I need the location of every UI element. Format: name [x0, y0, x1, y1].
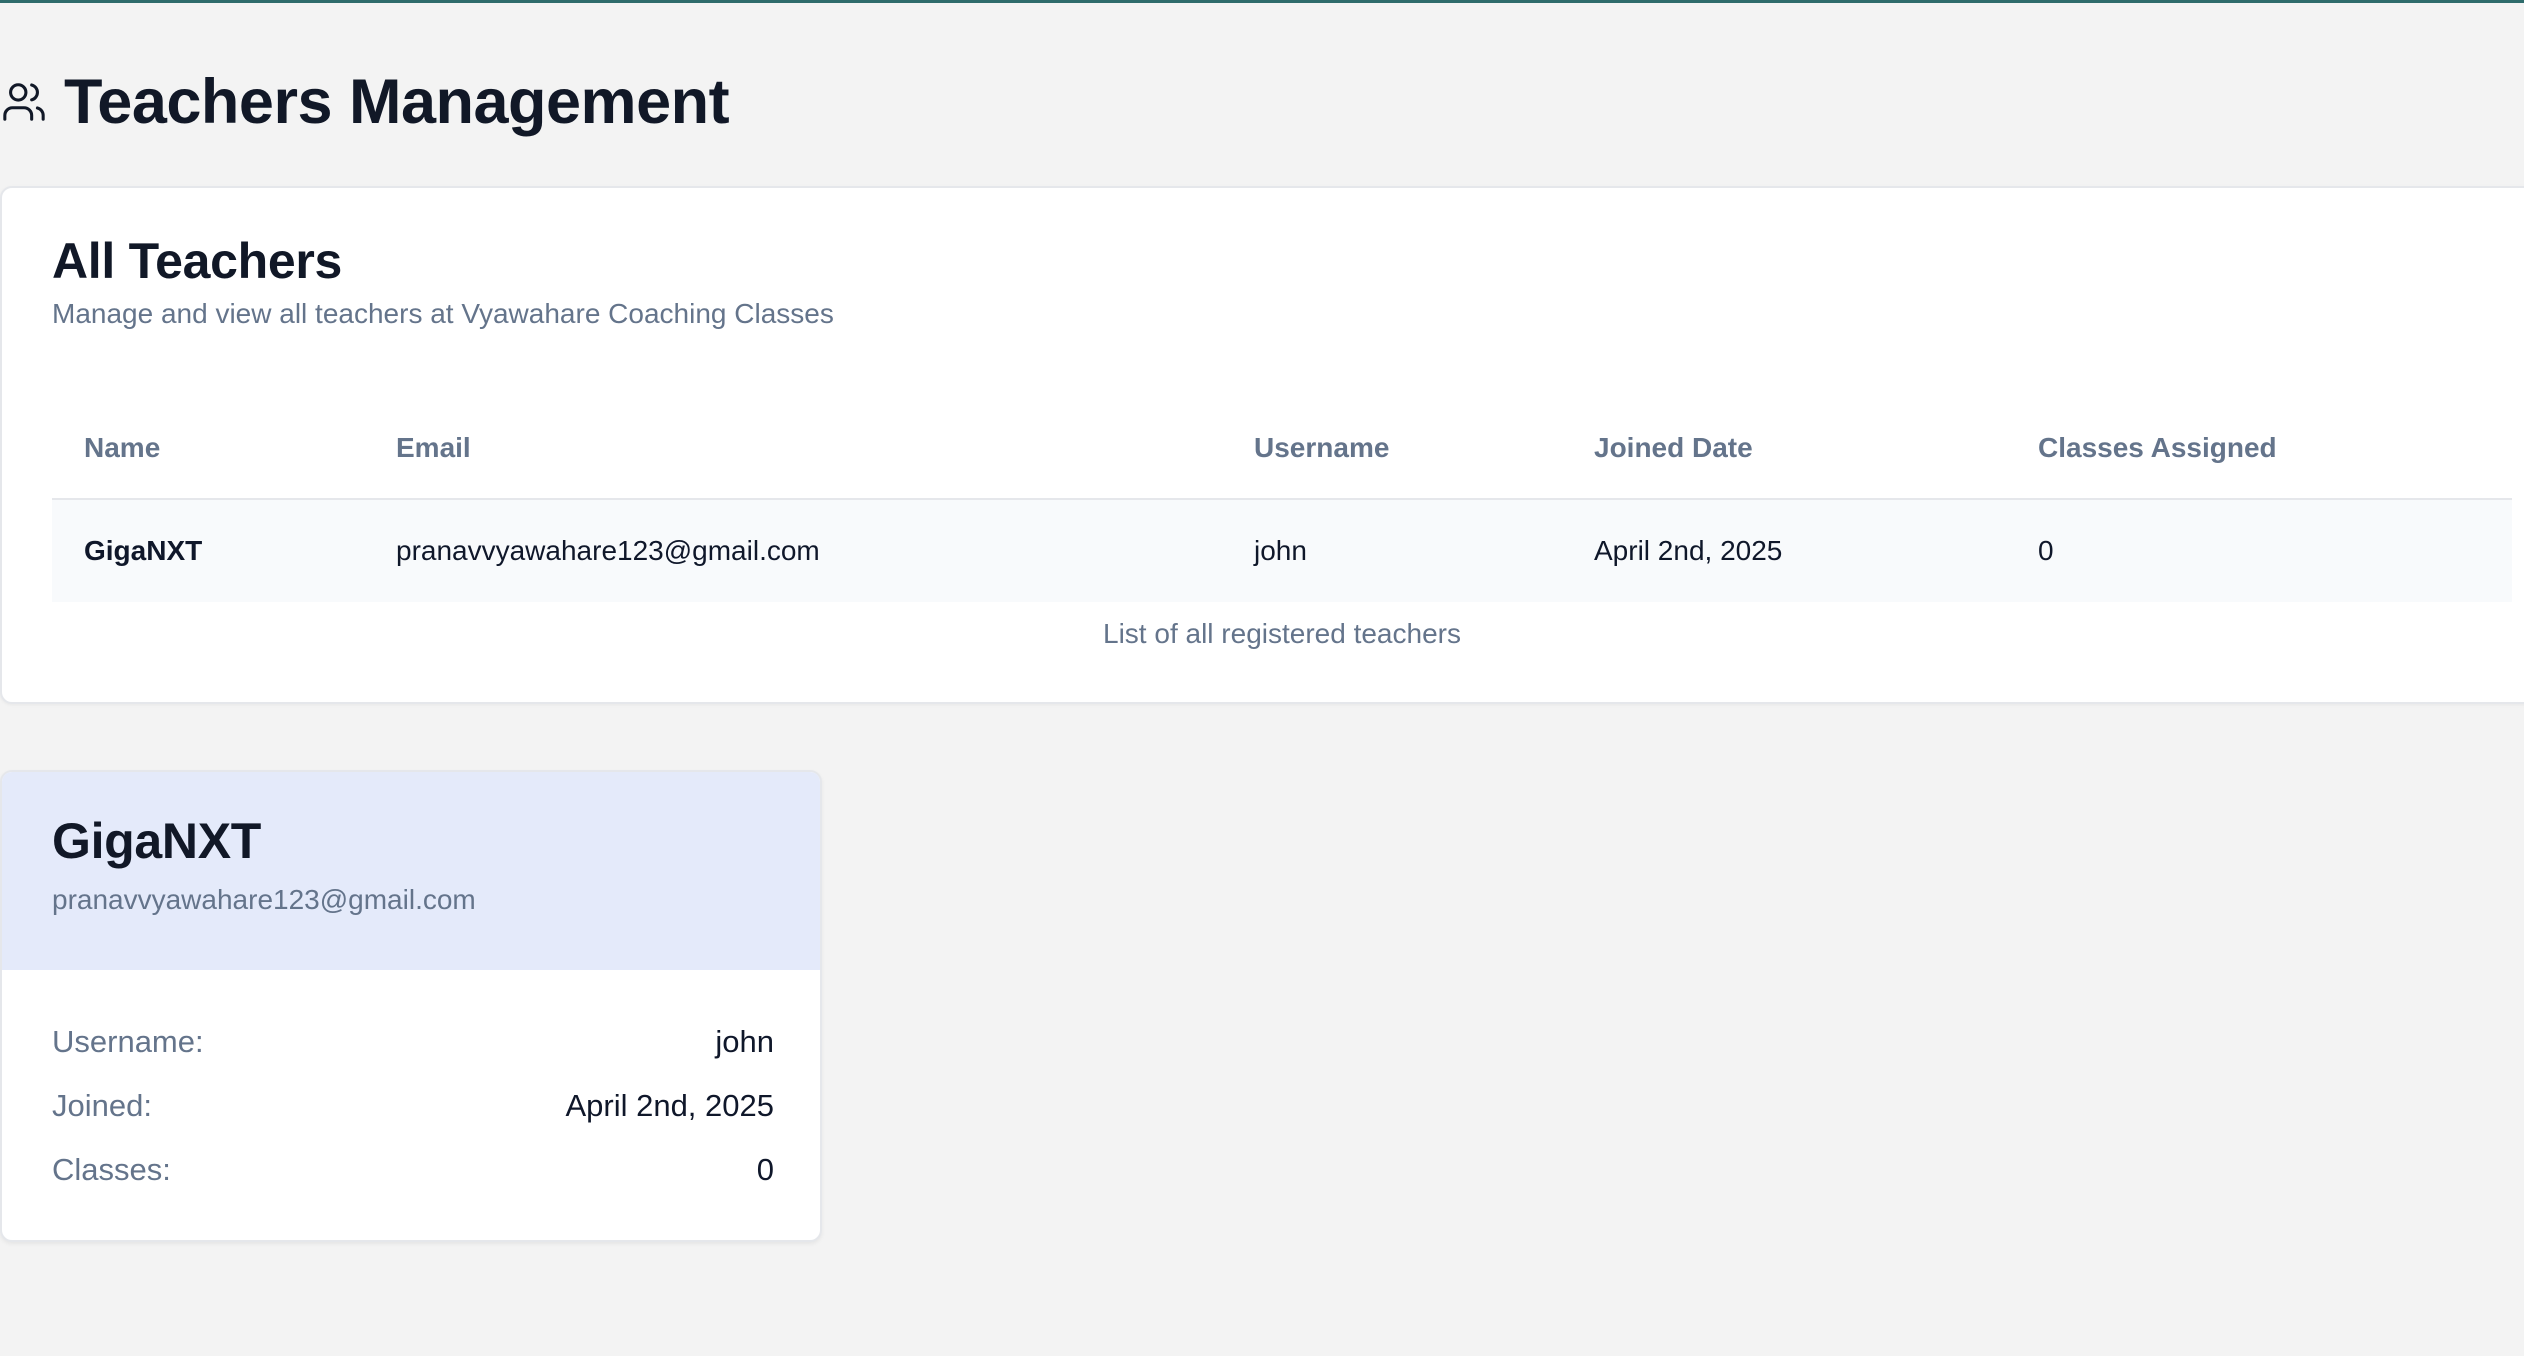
all-teachers-card: All Teachers Manage and view all teacher…: [0, 186, 2524, 704]
teacher-name: GigaNXT: [52, 813, 262, 869]
table-caption: List of all registered teachers: [1103, 618, 1461, 649]
teachers-table: Name Email Username Joined Date Classes …: [52, 398, 2512, 602]
card-description: Manage and view all teachers at Vyawahar…: [52, 298, 834, 329]
cell-classes-assigned: 0: [2006, 499, 2512, 602]
cell-joined-date: April 2nd, 2025: [1562, 499, 2006, 602]
teacher-email: pranavvyawahare123@gmail.com: [52, 884, 476, 915]
cell-email: pranavvyawahare123@gmail.com: [364, 499, 1222, 602]
column-header-username[interactable]: Username: [1222, 398, 1562, 500]
column-header-email[interactable]: Email: [364, 398, 1222, 500]
detail-label: Joined:: [52, 1088, 152, 1123]
detail-row-joined: Joined: April 2nd, 2025: [52, 1082, 774, 1130]
column-header-joined-date[interactable]: Joined Date: [1562, 398, 2006, 500]
detail-value: April 2nd, 2025: [565, 1088, 774, 1123]
table-header-row: Name Email Username Joined Date Classes …: [52, 398, 2512, 500]
detail-row-username: Username: john: [52, 1018, 774, 1066]
detail-label: Username:: [52, 1024, 204, 1059]
top-accent-border: [0, 0, 2524, 3]
detail-value: 0: [756, 1152, 774, 1187]
card-title: All Teachers: [52, 233, 343, 289]
page-header: Teachers Management: [0, 62, 730, 142]
teacher-card[interactable]: GigaNXT pranavvyawahare123@gmail.com Use…: [0, 770, 822, 1242]
table-row[interactable]: GigaNXT pranavvyawahare123@gmail.com joh…: [52, 499, 2512, 602]
detail-label: Classes:: [52, 1152, 171, 1187]
column-header-classes-assigned[interactable]: Classes Assigned: [2006, 398, 2512, 500]
cell-username: john: [1222, 499, 1562, 602]
column-header-name[interactable]: Name: [52, 398, 364, 500]
cell-name: GigaNXT: [52, 499, 364, 602]
page-title: Teachers Management: [64, 67, 730, 137]
detail-row-classes: Classes: 0: [52, 1146, 774, 1194]
users-icon: [0, 78, 48, 126]
teacher-card-header: GigaNXT pranavvyawahare123@gmail.com: [2, 772, 820, 970]
detail-value: john: [715, 1024, 774, 1059]
